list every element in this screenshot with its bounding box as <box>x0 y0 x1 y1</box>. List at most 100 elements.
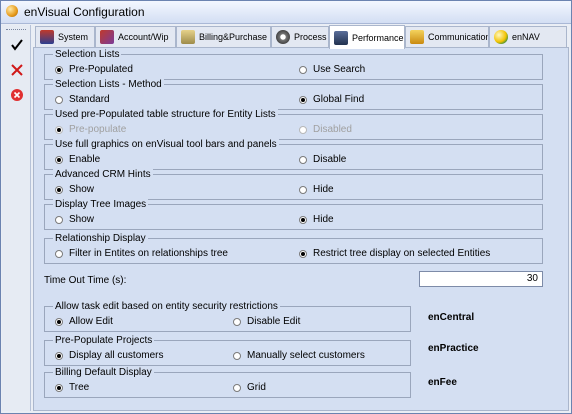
group-legend: Relationship Display <box>53 233 148 244</box>
app-icon <box>6 5 18 17</box>
radio-button[interactable] <box>55 216 63 224</box>
option-label: Manually select customers <box>247 350 365 361</box>
radio-button[interactable] <box>55 96 63 104</box>
group-legend: Billing Default Display <box>53 367 154 378</box>
group-legend: Used pre-Populated table structure for E… <box>53 109 278 120</box>
option-label: Disable <box>313 154 347 165</box>
enfee-label: enFee <box>428 377 457 388</box>
group-legend: Pre-Populate Projects <box>53 335 155 346</box>
config-window: enVisual Configuration System Account/Wi… <box>0 0 572 414</box>
option-label: Hide <box>313 184 334 195</box>
radio-button[interactable] <box>55 250 63 258</box>
disable-option[interactable]: Disable <box>299 154 346 166</box>
disable-edit-option[interactable]: Disable Edit <box>233 316 300 328</box>
radio-button[interactable] <box>55 156 63 164</box>
option-label: Use Search <box>313 64 366 75</box>
display-all-customers-option[interactable]: Display all customers <box>55 350 163 362</box>
tree-show-option[interactable]: Show <box>55 214 94 226</box>
restrict-tree-option[interactable]: Restrict tree display on selected Entiti… <box>299 248 490 260</box>
group-legend: Allow task edit based on entity security… <box>53 301 280 312</box>
encentral-label: enCentral <box>428 312 475 323</box>
option-label: Pre-Populated <box>69 64 133 75</box>
tree-option[interactable]: Tree <box>55 382 89 394</box>
tab-communications[interactable]: Communications <box>405 26 489 47</box>
radio-button[interactable] <box>299 96 307 104</box>
radio-button[interactable] <box>55 66 63 74</box>
option-label: Show <box>69 184 95 195</box>
option-label: Display all customers <box>69 350 164 361</box>
grid-option[interactable]: Grid <box>233 382 266 394</box>
title-bar[interactable]: enVisual Configuration <box>1 1 571 24</box>
use-search-option[interactable]: Use Search <box>299 64 365 76</box>
group-legend: Advanced CRM Hints <box>53 169 153 180</box>
close-icon[interactable] <box>6 60 28 80</box>
enable-option[interactable]: Enable <box>55 154 100 166</box>
tab-ennav[interactable]: enNAV <box>489 26 567 47</box>
pre-populated-option[interactable]: Pre-Populated <box>55 64 133 76</box>
tree-images-group: Display Tree Images Show Hide <box>44 199 543 230</box>
crm-hints-group: Advanced CRM Hints Show Hide <box>44 169 543 200</box>
option-label: Pre-populate <box>69 124 127 135</box>
tab-system[interactable]: System <box>35 26 95 47</box>
tab-label: Communications <box>428 32 489 42</box>
radio-button[interactable] <box>233 318 241 326</box>
radio-button <box>55 126 63 134</box>
process-icon <box>276 30 290 44</box>
cancel-circle-icon[interactable] <box>6 85 28 105</box>
manually-select-customers-option[interactable]: Manually select customers <box>233 350 365 362</box>
billing-icon <box>181 30 195 44</box>
option-label: Disable Edit <box>247 316 301 327</box>
tab-label: Account/Wip <box>118 32 169 42</box>
radio-button[interactable] <box>299 216 307 224</box>
check-icon[interactable] <box>6 35 28 55</box>
timeout-input[interactable]: 30 <box>419 271 543 287</box>
tab-account-wip[interactable]: Account/Wip <box>95 26 176 47</box>
performance-panel: Selection Lists Pre-Populated Use Search… <box>33 47 569 411</box>
tab-process[interactable]: Process <box>271 26 329 47</box>
radio-button[interactable] <box>55 352 63 360</box>
group-legend: Selection Lists <box>53 49 122 60</box>
tab-label: enNAV <box>512 32 540 42</box>
full-graphics-group: Use full graphics on enVisual tool bars … <box>44 139 543 170</box>
relationship-display-group: Relationship Display Filter in Entites o… <box>44 233 543 264</box>
radio-button[interactable] <box>233 352 241 360</box>
tree-hide-option[interactable]: Hide <box>299 214 334 226</box>
radio-button[interactable] <box>299 66 307 74</box>
ennav-icon <box>494 30 508 44</box>
radio-button[interactable] <box>55 318 63 326</box>
option-label: Grid <box>247 382 266 393</box>
radio-button[interactable] <box>299 250 307 258</box>
selection-method-group: Selection Lists - Method Standard Global… <box>44 79 543 110</box>
allow-edit-option[interactable]: Allow Edit <box>55 316 113 328</box>
window-title: enVisual Configuration <box>24 5 145 19</box>
filter-entities-option[interactable]: Filter in Entites on relationships tree <box>55 248 228 260</box>
radio-button[interactable] <box>233 384 241 392</box>
tab-label: Performance <box>352 32 404 43</box>
tab-strip: System Account/Wip Billing&Purchase Proc… <box>33 25 571 49</box>
crm-hide-option[interactable]: Hide <box>299 184 334 196</box>
toolbar-grip[interactable] <box>6 29 26 32</box>
radio-button[interactable] <box>55 186 63 194</box>
tab-label: System <box>58 32 89 42</box>
tab-performance[interactable]: Performance <box>329 25 405 49</box>
disabled-option: Disabled <box>299 124 352 136</box>
option-label: Restrict tree display on selected Entiti… <box>313 248 491 259</box>
standard-option[interactable]: Standard <box>55 94 110 106</box>
global-find-option[interactable]: Global Find <box>299 94 364 106</box>
option-label: Show <box>69 214 95 225</box>
option-label: Standard <box>69 94 110 105</box>
option-label: Global Find <box>313 94 365 105</box>
radio-button[interactable] <box>55 384 63 392</box>
tab-label: Process <box>294 32 327 42</box>
performance-icon <box>334 30 348 45</box>
tab-billing-purchase[interactable]: Billing&Purchase <box>176 26 271 47</box>
option-label: Hide <box>313 214 334 225</box>
radio-button[interactable] <box>299 156 307 164</box>
option-label: Disabled <box>313 124 352 135</box>
billing-default-display-group: Billing Default Display Tree Grid <box>44 367 411 398</box>
timeout-label: Time Out Time (s): <box>44 275 127 286</box>
radio-button[interactable] <box>299 186 307 194</box>
selection-lists-group: Selection Lists Pre-Populated Use Search <box>44 49 543 80</box>
radio-button <box>299 126 307 134</box>
crm-show-option[interactable]: Show <box>55 184 94 196</box>
